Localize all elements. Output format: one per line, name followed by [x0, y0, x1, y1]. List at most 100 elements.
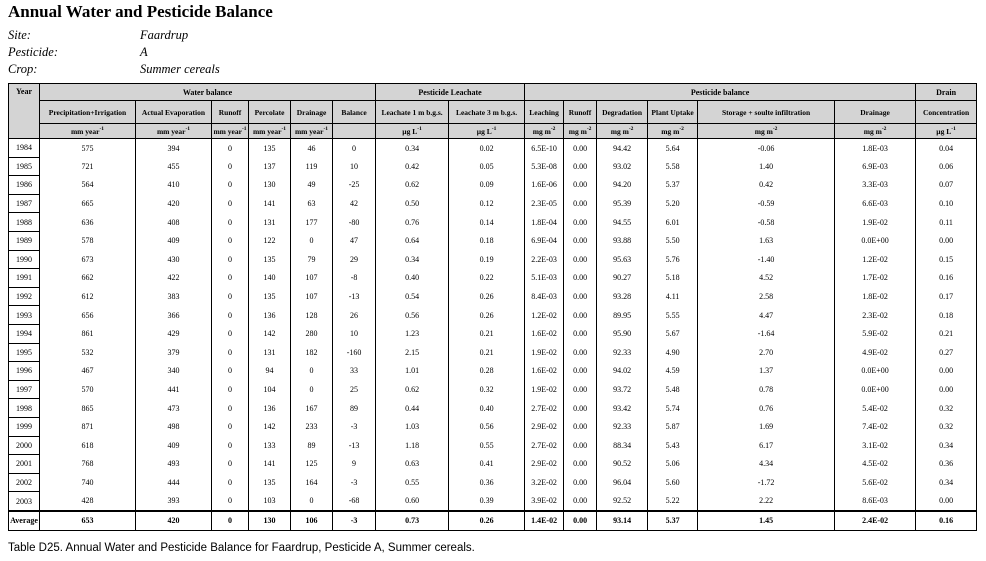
value-cell: 636	[39, 212, 136, 232]
unit-header: µg L-1	[915, 123, 978, 139]
meta-pesticide-label: Pesticide:	[8, 45, 58, 59]
value-cell: 0	[211, 305, 249, 325]
table-row: 1993 656 366 0 136 128 26 0.56 0.26 1.2E-02 0.00 89…	[8, 305, 978, 325]
value-cell: 5.22	[647, 491, 699, 511]
table-row: 1989 578 409 0 122 0 47 0.64 0.18 6.9E-04 0.00 93.8…	[8, 231, 978, 251]
column-header: Balance	[331, 100, 377, 124]
value-cell: 0.40	[448, 398, 526, 418]
year-cell: 1984	[8, 138, 40, 158]
meta-crop-label: Crop:	[8, 62, 38, 76]
value-cell: 1.6E-06	[524, 175, 565, 195]
value-cell: 0.00	[563, 380, 598, 399]
value-cell: 89.95	[596, 305, 649, 325]
value-cell: 122	[248, 231, 291, 251]
year-cell: 2001	[8, 454, 40, 474]
value-cell: 1.2E-02	[834, 250, 917, 269]
value-cell: 575	[39, 138, 136, 158]
value-cell: 0.00	[563, 417, 598, 436]
column-header: Percolate	[248, 100, 291, 124]
column-header: Runoff	[211, 100, 249, 124]
value-cell: 4.52	[697, 268, 836, 288]
value-cell: 721	[39, 157, 136, 176]
value-cell: 0	[290, 491, 333, 511]
value-cell: 5.43	[647, 436, 699, 455]
value-cell: -3	[331, 509, 377, 531]
table-row: 1996 467 340 0 94 0 33 1.01 0.28 1.6E-02 0.00 94.02…	[8, 361, 978, 381]
value-cell: 0.19	[448, 250, 526, 269]
value-cell: 1.69	[697, 417, 836, 436]
value-cell: 740	[39, 473, 136, 492]
column-header: Drainage	[834, 100, 917, 124]
value-cell: 0.34	[375, 138, 450, 158]
value-cell: 63	[290, 194, 333, 213]
water-balance-header: Water balance	[38, 83, 377, 101]
table-row: 1999 871 498 0 142 233 -3 1.03 0.56 2.9E-02 0.00 92…	[8, 417, 978, 437]
value-cell: 2.3E-02	[834, 305, 917, 325]
value-cell: 0	[211, 454, 249, 474]
value-cell: 93.88	[596, 231, 649, 251]
value-cell: 0.55	[375, 473, 450, 492]
value-cell: 4.5E-02	[834, 454, 917, 474]
value-cell: 96.04	[596, 473, 649, 492]
meta-pesticide-value: A	[140, 45, 148, 59]
value-cell: 49	[290, 175, 333, 195]
value-cell: 137	[248, 157, 291, 176]
value-cell: 94.02	[596, 361, 649, 381]
value-cell: 0	[211, 268, 249, 288]
column-header: Leachate 3 m b.g.s.	[448, 100, 526, 124]
value-cell: 2.9E-02	[524, 454, 565, 474]
year-cell: 1985	[8, 157, 40, 177]
value-cell: 5.18	[647, 268, 699, 288]
value-cell: 280	[290, 324, 333, 344]
value-cell: 2.58	[697, 287, 836, 306]
column-header: Actual Evaporation	[135, 100, 212, 124]
value-cell: 0.56	[375, 305, 450, 325]
value-cell: 5.58	[647, 157, 699, 176]
column-header: Leaching	[524, 100, 565, 124]
year-cell: 1993	[8, 305, 40, 325]
value-cell: 4.9E-02	[834, 343, 917, 362]
unit-header: mg m-2	[563, 123, 598, 139]
value-cell: 0.14	[448, 212, 526, 232]
value-cell: 0.34	[915, 473, 978, 492]
value-cell: 0.64	[375, 231, 450, 251]
value-cell: 0	[290, 231, 333, 251]
value-cell: 393	[135, 491, 212, 511]
value-cell: 142	[248, 417, 291, 436]
value-cell: 5.74	[647, 398, 699, 418]
value-cell: 0	[211, 417, 249, 436]
value-cell: 0.00	[563, 287, 598, 306]
value-cell: 6.6E-03	[834, 194, 917, 213]
value-cell: 0.00	[915, 491, 978, 511]
value-cell: 25	[331, 380, 377, 399]
value-cell: 0.00	[563, 175, 598, 195]
value-cell: 0.00	[563, 250, 598, 269]
year-cell: 1992	[8, 287, 40, 307]
value-cell: 92.52	[596, 491, 649, 511]
unit-header: mg m-2	[834, 123, 917, 139]
value-cell: 46	[290, 138, 333, 158]
column-header: Plant Uptake	[647, 100, 699, 124]
value-cell: 0.0E+00	[834, 231, 917, 251]
value-cell: 5.60	[647, 473, 699, 492]
value-cell: 1.40	[697, 157, 836, 176]
value-cell: 0	[211, 380, 249, 399]
value-cell: 128	[290, 305, 333, 325]
value-cell: 8.6E-03	[834, 491, 917, 511]
unit-header: mg m-2	[596, 123, 649, 139]
table-row: 1992 612 383 0 135 107 -13 0.54 0.26 8.4E-03 0.00 9…	[8, 287, 978, 307]
year-header: Year	[8, 83, 40, 139]
value-cell: -160	[331, 343, 377, 362]
value-cell: 5.50	[647, 231, 699, 251]
value-cell: 130	[248, 509, 291, 531]
table-row: 1994 861 429 0 142 280 10 1.23 0.21 1.6E-02 0.00 95…	[8, 324, 978, 344]
value-cell: 498	[135, 417, 212, 436]
value-cell: -3	[331, 417, 377, 436]
value-cell: 455	[135, 157, 212, 176]
value-cell: 0	[211, 343, 249, 362]
value-cell: 33	[331, 361, 377, 381]
value-cell: 0	[211, 361, 249, 381]
value-cell: 4.34	[697, 454, 836, 474]
value-cell: 0.62	[375, 175, 450, 195]
value-cell: 5.64	[647, 138, 699, 158]
